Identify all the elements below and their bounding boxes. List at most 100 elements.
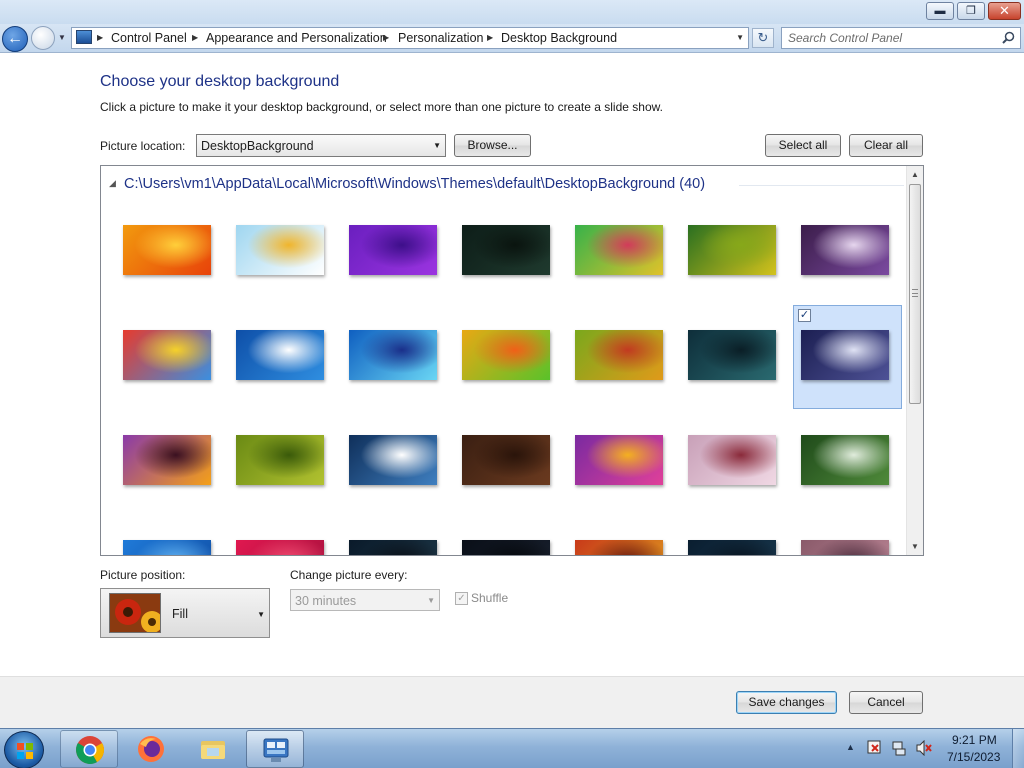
wallpaper-thumbnail[interactable]: [462, 330, 550, 380]
breadcrumb-desktop-background[interactable]: Desktop Background: [501, 31, 617, 45]
close-button[interactable]: ✕: [988, 2, 1021, 20]
taskbar-firefox[interactable]: [122, 730, 180, 768]
wallpaper-thumbnail[interactable]: [123, 435, 211, 485]
minimize-button[interactable]: ▬: [926, 2, 954, 20]
firefox-icon: [138, 736, 164, 762]
back-arrow-icon: ←: [7, 30, 23, 47]
wallpaper-thumbnail[interactable]: [349, 435, 437, 485]
wallpaper-thumbnail[interactable]: [801, 225, 889, 275]
picture-position-dropdown[interactable]: Fill ▼: [100, 588, 270, 638]
change-picture-interval-dropdown[interactable]: 30 minutes ▼: [290, 589, 440, 611]
collapse-arrow-icon[interactable]: ◢: [109, 178, 116, 188]
restore-button[interactable]: ❐: [957, 2, 985, 20]
wallpaper-thumbnail[interactable]: [688, 540, 776, 555]
file-explorer-icon: [201, 741, 225, 759]
picture-location-value: DesktopBackground: [201, 139, 314, 153]
search-icon[interactable]: [1002, 31, 1015, 44]
wallpaper-thumbnail[interactable]: [575, 540, 663, 555]
wallpaper-thumbnail[interactable]: [575, 225, 663, 275]
picture-position-label: Picture position:: [100, 568, 186, 582]
show-desktop-button[interactable]: [1012, 729, 1024, 768]
breadcrumb-arrow-icon[interactable]: ▶: [383, 33, 389, 42]
wallpaper-thumbnail[interactable]: [688, 330, 776, 380]
wallpaper-thumbnail[interactable]: [688, 225, 776, 275]
taskbar-chrome[interactable]: [60, 730, 118, 768]
scroll-down-arrow-icon[interactable]: ▼: [907, 538, 923, 555]
wallpaper-thumbnail[interactable]: [123, 225, 211, 275]
shuffle-checkbox[interactable]: ✓: [455, 592, 468, 605]
wallpaper-thumbnail[interactable]: [349, 540, 437, 555]
wallpaper-thumbnail[interactable]: [236, 540, 324, 555]
wallpaper-thumbnail[interactable]: [236, 330, 324, 380]
breadcrumb-personalization[interactable]: Personalization: [398, 31, 483, 45]
wallpaper-thumbnail[interactable]: [236, 225, 324, 275]
picture-gallery[interactable]: ◢ C:\Users\vm1\AppData\Local\Microsoft\W…: [100, 165, 924, 556]
wallpaper-thumbnail[interactable]: [349, 225, 437, 275]
shuffle-label: Shuffle: [471, 591, 509, 605]
flower-preview-icon: [110, 594, 160, 632]
page-title: Choose your desktop background: [100, 73, 340, 90]
group-divider: [739, 185, 904, 186]
chevron-down-icon: ▼: [433, 141, 441, 150]
wallpaper-thumbnail-selected[interactable]: [801, 330, 889, 380]
scrollbar-grip: [912, 289, 918, 297]
action-center-icon[interactable]: [866, 740, 882, 756]
picture-location-dropdown[interactable]: DesktopBackground ▼: [196, 134, 446, 157]
control-panel-icon: [76, 30, 92, 44]
wallpaper-thumbnail[interactable]: [801, 540, 889, 555]
recent-pages-dropdown[interactable]: ▼: [58, 33, 66, 42]
browse-button[interactable]: Browse...: [454, 134, 531, 157]
clear-all-button[interactable]: Clear all: [849, 134, 923, 157]
wallpaper-thumbnail[interactable]: [575, 435, 663, 485]
picture-position-value: Fill: [172, 607, 188, 621]
wallpaper-thumbnail[interactable]: [801, 435, 889, 485]
windows-logo-icon: [17, 743, 33, 759]
taskbar-control-panel[interactable]: [246, 730, 304, 768]
chevron-down-icon[interactable]: ▼: [736, 33, 744, 42]
wallpaper-thumbnail[interactable]: [462, 225, 550, 275]
network-icon[interactable]: [891, 740, 907, 756]
wallpaper-thumbnail[interactable]: [349, 330, 437, 380]
start-button[interactable]: [4, 731, 44, 768]
change-picture-label: Change picture every:: [290, 568, 408, 582]
back-button[interactable]: ←: [2, 26, 28, 52]
cancel-button[interactable]: Cancel: [849, 691, 923, 714]
wallpaper-thumbnail[interactable]: [688, 435, 776, 485]
wallpaper-thumbnail[interactable]: [123, 330, 211, 380]
search-input[interactable]: [788, 31, 998, 45]
interval-value: 30 minutes: [295, 594, 357, 608]
scrollbar-thumb[interactable]: [909, 184, 921, 404]
clock-time[interactable]: 9:21 PM: [952, 733, 997, 747]
scroll-up-arrow-icon[interactable]: ▲: [907, 166, 923, 183]
control-panel-icon: [263, 738, 289, 762]
show-hidden-icons-arrow[interactable]: ▲: [846, 742, 855, 752]
refresh-button[interactable]: ↻: [752, 28, 774, 48]
address-bar[interactable]: ▶ Control Panel ▶ Appearance and Persona…: [71, 27, 749, 49]
wallpaper-thumbnail[interactable]: [462, 540, 550, 555]
wallpaper-thumbnail[interactable]: [575, 330, 663, 380]
save-changes-button[interactable]: Save changes: [736, 691, 837, 714]
picture-location-label: Picture location:: [100, 139, 186, 153]
breadcrumb-arrow-icon[interactable]: ▶: [487, 33, 493, 42]
wallpaper-thumbnail[interactable]: [462, 435, 550, 485]
breadcrumb-control-panel[interactable]: Control Panel: [111, 31, 187, 45]
forward-button[interactable]: [31, 26, 55, 50]
chevron-down-icon: ▼: [427, 596, 435, 605]
taskbar-file-explorer[interactable]: [184, 730, 242, 768]
breadcrumb-appearance[interactable]: Appearance and Personalization: [206, 31, 387, 45]
gallery-scrollbar[interactable]: ▲ ▼: [906, 166, 923, 555]
restore-icon: ❐: [966, 5, 976, 17]
thumbnail-checkbox[interactable]: ✓: [798, 309, 811, 322]
group-path: C:\Users\vm1\AppData\Local\Microsoft\Win…: [123, 176, 706, 192]
clock-date[interactable]: 7/15/2023: [947, 750, 1000, 764]
select-all-button[interactable]: Select all: [765, 134, 841, 157]
search-box[interactable]: [781, 27, 1021, 49]
breadcrumb-arrow-icon[interactable]: ▶: [97, 33, 103, 42]
wallpaper-thumbnail[interactable]: [123, 540, 211, 555]
wallpaper-thumbnail[interactable]: [236, 435, 324, 485]
refresh-icon: ↻: [757, 30, 769, 45]
chrome-icon: [76, 736, 104, 764]
volume-muted-icon[interactable]: [916, 740, 932, 756]
breadcrumb-arrow-icon[interactable]: ▶: [192, 33, 198, 42]
group-header[interactable]: ◢ C:\Users\vm1\AppData\Local\Microsoft\W…: [109, 176, 705, 192]
